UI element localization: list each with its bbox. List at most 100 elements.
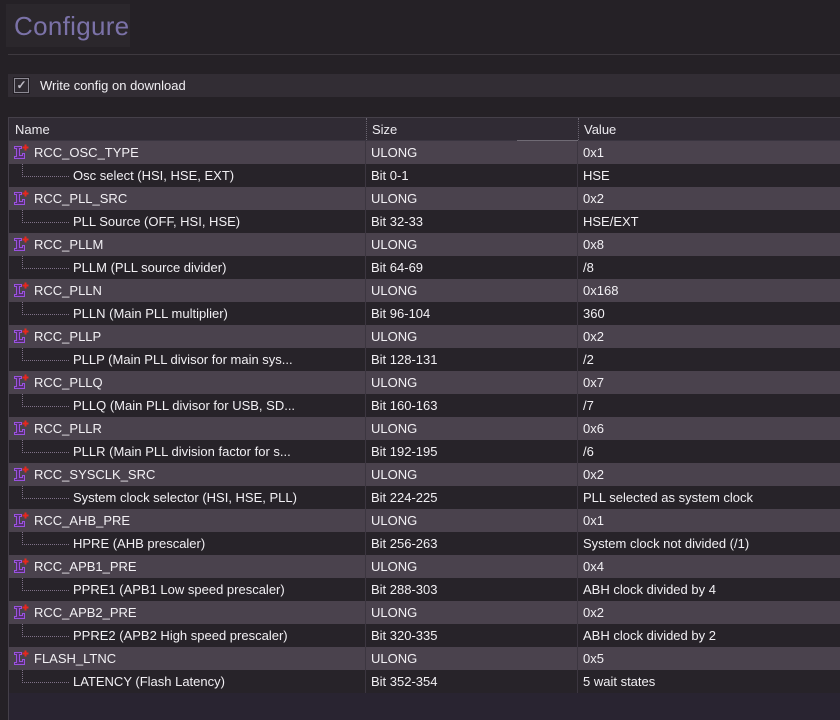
cell-size: ULONG [366, 555, 578, 578]
register-name: RCC_PLLR [34, 417, 102, 440]
cell-value[interactable]: /7 [578, 394, 840, 417]
register-icon [13, 650, 29, 667]
cell-value[interactable]: /2 [578, 348, 840, 371]
register-name: FLASH_LTNC [34, 647, 116, 670]
cell-value[interactable]: PLL selected as system clock [578, 486, 840, 509]
register-icon [13, 512, 29, 529]
cell-value[interactable]: 0x168 [578, 279, 840, 302]
column-header-name[interactable]: Name [9, 118, 366, 140]
column-header-size[interactable]: Size [366, 118, 578, 140]
cell-name: RCC_PLLQ [9, 371, 366, 394]
table-row[interactable]: LATENCY (Flash Latency)Bit 352-3545 wait… [9, 670, 840, 693]
table-row[interactable]: PLLQ (Main PLL divisor for USB, SD...Bit… [9, 394, 840, 417]
cell-value[interactable]: ABH clock divided by 2 [578, 624, 840, 647]
title-divider [8, 54, 840, 55]
table-row[interactable]: PLLR (Main PLL division factor for s...B… [9, 440, 840, 463]
tree-branch-icon [22, 532, 69, 545]
cell-name: PLLN (Main PLL multiplier) [9, 302, 366, 325]
register-icon [13, 420, 29, 437]
table-row[interactable]: RCC_PLLPULONG0x2 [9, 325, 840, 348]
register-name: RCC_PLLQ [34, 371, 103, 394]
table-row[interactable]: RCC_SYSCLK_SRCULONG0x2 [9, 463, 840, 486]
table-row[interactable]: RCC_PLLNULONG0x168 [9, 279, 840, 302]
table-row[interactable]: RCC_APB1_PRE ULONG0x4 [9, 555, 840, 578]
cell-size: ULONG [366, 279, 578, 302]
table-row[interactable]: RCC_PLLRULONG0x6 [9, 417, 840, 440]
register-name: RCC_PLLM [34, 233, 103, 256]
table-row[interactable]: Osc select (HSI, HSE, EXT)Bit 0-1HSE [9, 164, 840, 187]
table-row[interactable]: RCC_PLLQ ULONG0x7 [9, 371, 840, 394]
table-row[interactable]: PLL Source (OFF, HSI, HSE)Bit 32-33HSE/E… [9, 210, 840, 233]
cell-size: Bit 64-69 [366, 256, 578, 279]
table-row[interactable]: RCC_PLL_SRCULONG0x2 [9, 187, 840, 210]
write-config-label: Write config on download [40, 78, 186, 93]
cell-name: System clock selector (HSI, HSE, PLL) [9, 486, 366, 509]
cell-size: ULONG [366, 371, 578, 394]
cell-name: LATENCY (Flash Latency) [9, 670, 366, 693]
cell-value[interactable]: 0x2 [578, 463, 840, 486]
cell-name: RCC_PLLP [9, 325, 366, 348]
cell-size: ULONG [366, 463, 578, 486]
cell-size: ULONG [366, 141, 578, 164]
register-name: RCC_APB1_PRE [34, 555, 137, 578]
register-icon [13, 558, 29, 575]
cell-value[interactable]: HSE [578, 164, 840, 187]
table-row[interactable]: RCC_OSC_TYPEULONG0x1 [9, 141, 840, 164]
cell-value[interactable]: HSE/EXT [578, 210, 840, 233]
register-name: PLLR (Main PLL division factor for s... [73, 440, 291, 463]
cell-name: PLL Source (OFF, HSI, HSE) [9, 210, 366, 233]
table-row[interactable]: FLASH_LTNCULONG0x5 [9, 647, 840, 670]
register-name: HPRE (AHB prescaler) [73, 532, 205, 555]
cell-value[interactable]: 360 [578, 302, 840, 325]
tree-branch-icon [22, 348, 69, 361]
write-config-checkbox[interactable]: ✓ [14, 78, 29, 93]
cell-value[interactable]: System clock not divided (/1) [578, 532, 840, 555]
cell-name: PPRE2 (APB2 High speed prescaler) [9, 624, 366, 647]
cell-size: ULONG [366, 187, 578, 210]
cell-size: ULONG [366, 601, 578, 624]
cell-value[interactable]: 0x4 [578, 555, 840, 578]
tree-branch-icon [22, 256, 69, 269]
register-name: PLL Source (OFF, HSI, HSE) [73, 210, 240, 233]
cell-value[interactable]: 5 wait states [578, 670, 840, 693]
cell-value[interactable]: ABH clock divided by 4 [578, 578, 840, 601]
cell-value[interactable]: 0x1 [578, 141, 840, 164]
register-name: RCC_PLLP [34, 325, 101, 348]
tree-branch-icon [22, 210, 69, 223]
cell-name: PLLP (Main PLL divisor for main sys... [9, 348, 366, 371]
cell-name: HPRE (AHB prescaler) [9, 532, 366, 555]
tree-branch-icon [22, 440, 69, 453]
column-header-value[interactable]: Value [578, 118, 840, 140]
table-row[interactable]: RCC_AHB_PREULONG0x1 [9, 509, 840, 532]
cell-value[interactable]: /6 [578, 440, 840, 463]
register-name: PLLN (Main PLL multiplier) [73, 302, 228, 325]
cell-value[interactable]: 0x8 [578, 233, 840, 256]
table-row[interactable]: PLLM (PLL source divider)Bit 64-69/8 [9, 256, 840, 279]
table-row[interactable]: PPRE1 (APB1 Low speed prescaler)Bit 288-… [9, 578, 840, 601]
cell-name: RCC_APB1_PRE [9, 555, 366, 578]
cell-name: RCC_PLL_SRC [9, 187, 366, 210]
cell-value[interactable]: 0x6 [578, 417, 840, 440]
table-row[interactable]: HPRE (AHB prescaler) Bit 256-263System cl… [9, 532, 840, 555]
cell-size: Bit 320-335 [366, 624, 578, 647]
register-name: RCC_APB2_PRE [34, 601, 137, 624]
table-row[interactable]: PLLP (Main PLL divisor for main sys...Bi… [9, 348, 840, 371]
cell-value[interactable]: 0x5 [578, 647, 840, 670]
table-row[interactable]: PPRE2 (APB2 High speed prescaler)Bit 320… [9, 624, 840, 647]
cell-value[interactable]: 0x2 [578, 187, 840, 210]
write-config-row[interactable]: ✓ Write config on download [8, 74, 840, 97]
cell-value[interactable]: 0x2 [578, 325, 840, 348]
cell-name: RCC_APB2_PRE [9, 601, 366, 624]
tree-branch-icon [22, 164, 69, 177]
table-row[interactable]: System clock selector (HSI, HSE, PLL)Bit… [9, 486, 840, 509]
table-row[interactable]: RCC_APB2_PRE ULONG0x2 [9, 601, 840, 624]
cell-value[interactable]: 0x7 [578, 371, 840, 394]
cell-value[interactable]: 0x2 [578, 601, 840, 624]
cell-value[interactable]: 0x1 [578, 509, 840, 532]
table-row[interactable]: RCC_PLLMULONG0x8 [9, 233, 840, 256]
cell-value[interactable]: /8 [578, 256, 840, 279]
cell-size: Bit 352-354 [366, 670, 578, 693]
page-title: Configure [14, 11, 129, 42]
cell-size: Bit 256-263 [366, 532, 578, 555]
table-row[interactable]: PLLN (Main PLL multiplier)Bit 96-104360 [9, 302, 840, 325]
